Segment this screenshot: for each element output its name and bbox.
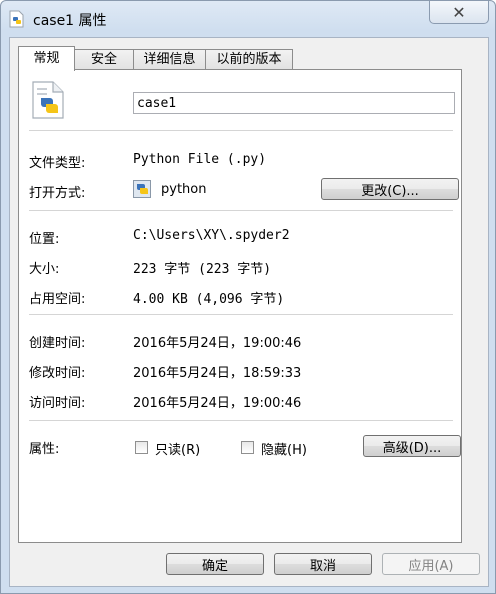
tab-general[interactable]: 常规 bbox=[18, 46, 75, 71]
dialog-client: 常规 安全 详细信息 以前的版本 文件类型: Python File (.py)… bbox=[9, 37, 489, 587]
ok-button[interactable]: 确定 bbox=[166, 553, 264, 575]
apply-button[interactable]: 应用(A) bbox=[382, 553, 480, 575]
size-on-disk-label: 占用空间: bbox=[29, 292, 86, 307]
cancel-button[interactable]: 取消 bbox=[274, 553, 372, 575]
created-label: 创建时间: bbox=[29, 336, 86, 351]
location-label: 位置: bbox=[29, 232, 60, 247]
title-bar[interactable]: case1 属性 ✕ bbox=[1, 1, 495, 37]
file-type-value: Python File (.py) bbox=[133, 152, 267, 167]
hidden-label[interactable]: 隐藏(H) bbox=[261, 439, 307, 458]
size-value: 223 字节 (223 字节) bbox=[133, 262, 272, 277]
tab-security[interactable]: 安全 bbox=[74, 49, 134, 70]
file-type-label: 文件类型: bbox=[29, 156, 86, 171]
modified-value: 2016年5月24日，18:59:33 bbox=[133, 366, 302, 381]
general-panel: 文件类型: Python File (.py) 打开方式: python 更改(… bbox=[18, 69, 462, 543]
attributes-label: 属性: bbox=[29, 442, 60, 457]
accessed-label: 访问时间: bbox=[29, 396, 86, 411]
readonly-checkbox[interactable] bbox=[135, 441, 148, 454]
properties-window: case1 属性 ✕ 常规 安全 详细信息 以前的版本 文件类型: Python bbox=[0, 0, 496, 594]
python-file-icon bbox=[9, 10, 24, 28]
close-button[interactable]: ✕ bbox=[429, 1, 489, 24]
advanced-button[interactable]: 高级(D)... bbox=[363, 435, 461, 457]
change-button[interactable]: 更改(C)... bbox=[321, 178, 459, 200]
python-app-icon bbox=[133, 180, 151, 198]
opens-with-label: 打开方式: bbox=[29, 186, 86, 201]
modified-label: 修改时间: bbox=[29, 366, 86, 381]
size-label: 大小: bbox=[29, 262, 60, 277]
separator bbox=[29, 130, 453, 132]
file-name-input[interactable] bbox=[133, 92, 455, 114]
separator bbox=[29, 420, 453, 422]
size-on-disk-value: 4.00 KB (4,096 字节) bbox=[133, 292, 285, 307]
location-value: C:\Users\XY\.spyder2 bbox=[133, 228, 290, 243]
window-title: case1 属性 bbox=[33, 13, 107, 29]
readonly-label[interactable]: 只读(R) bbox=[155, 439, 200, 458]
separator bbox=[29, 210, 453, 212]
close-icon: ✕ bbox=[452, 2, 466, 22]
tab-details[interactable]: 详细信息 bbox=[133, 49, 206, 70]
separator bbox=[29, 314, 453, 316]
created-value: 2016年5月24日，19:00:46 bbox=[133, 336, 302, 351]
opens-with-value: python bbox=[161, 182, 207, 197]
python-file-icon bbox=[32, 81, 64, 119]
tab-previous-versions[interactable]: 以前的版本 bbox=[205, 49, 293, 70]
accessed-value: 2016年5月24日，19:00:46 bbox=[133, 396, 302, 411]
hidden-checkbox[interactable] bbox=[241, 441, 254, 454]
